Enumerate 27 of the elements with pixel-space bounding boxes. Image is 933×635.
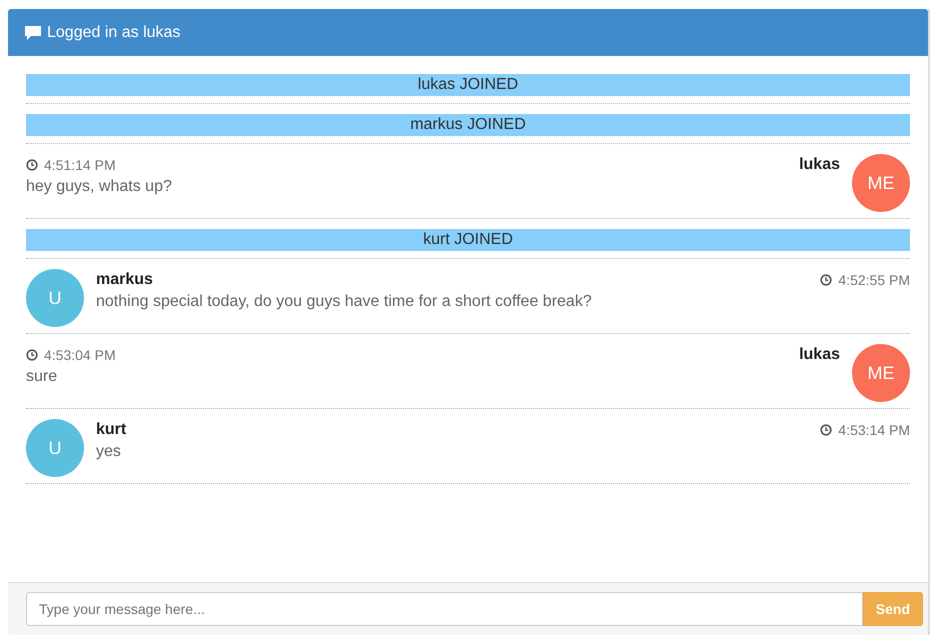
user-name: kurt xyxy=(96,420,126,439)
send-button[interactable]: Send xyxy=(862,592,923,626)
user-name: lukas xyxy=(799,345,840,364)
join-notice: markus JOINED xyxy=(26,114,910,136)
clock-icon xyxy=(820,274,832,286)
clock-icon xyxy=(820,424,832,436)
clock-icon xyxy=(26,349,38,361)
message-time: 4:53:04 PM xyxy=(44,347,116,363)
clock-icon xyxy=(26,159,38,171)
message-text: sure xyxy=(26,368,58,386)
message-time: 4:51:14 PM xyxy=(44,157,116,173)
message-text: hey guys, whats up? xyxy=(26,178,173,196)
message-input[interactable]: Type your message here... xyxy=(26,592,863,626)
message-time: 4:52:55 PM xyxy=(838,272,910,288)
chat-bubble-icon xyxy=(25,26,41,40)
join-notice: kurt JOINED xyxy=(26,229,910,251)
user-name: markus xyxy=(96,270,153,289)
avatar: U xyxy=(26,269,84,327)
avatar: U xyxy=(26,419,84,477)
avatar: ME xyxy=(852,154,910,212)
message-time: 4:53:14 PM xyxy=(838,422,910,438)
join-notice: lukas JOINED xyxy=(26,74,910,96)
message-text: yes xyxy=(96,443,122,461)
message-text: nothing special today, do you guys have time for a short coffee break? xyxy=(96,293,593,311)
header-title: Logged in as lukas xyxy=(47,24,180,42)
avatar: ME xyxy=(852,344,910,402)
user-name: lukas xyxy=(799,155,840,174)
